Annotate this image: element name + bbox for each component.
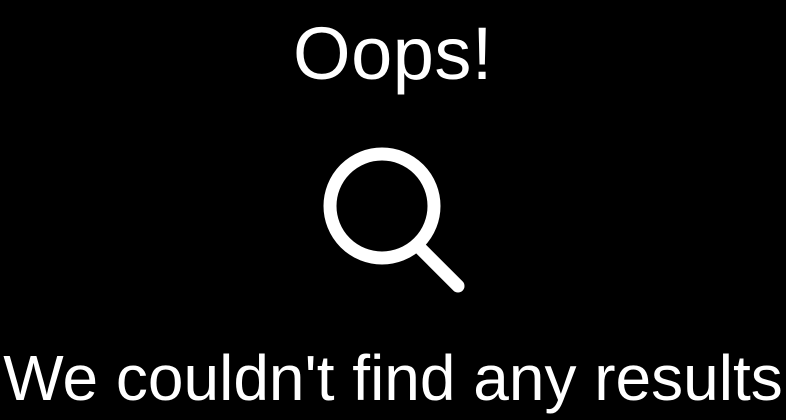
empty-state-title: Oops! (293, 12, 493, 95)
empty-state-screen: Oops! We couldn't find any results (0, 0, 786, 420)
search-icon (310, 144, 476, 304)
empty-state-message: We couldn't find any results (3, 342, 783, 414)
